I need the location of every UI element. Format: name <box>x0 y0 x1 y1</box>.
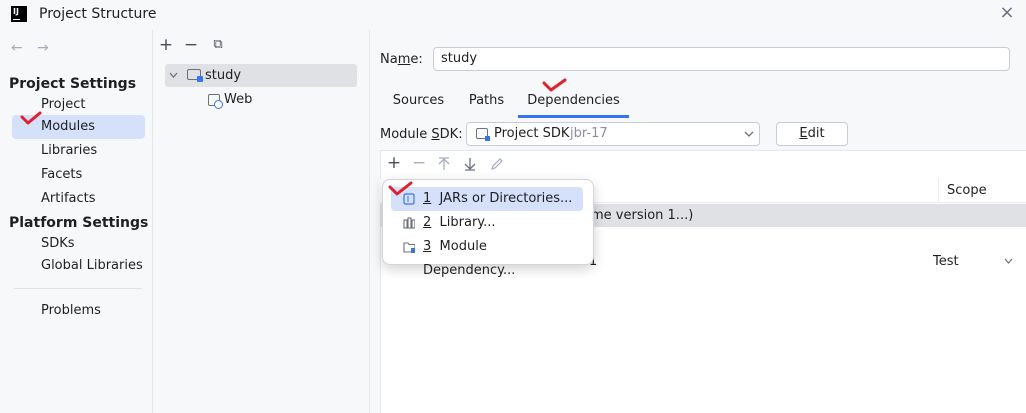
platform-settings-header: Platform Settings <box>9 215 149 231</box>
close-icon[interactable]: × <box>998 4 1016 22</box>
edit-sdk-button[interactable]: Edit <box>776 122 848 146</box>
move-down-icon[interactable] <box>463 157 481 175</box>
annotation-check-icon <box>542 78 567 92</box>
sidebar-item-artifacts[interactable]: Artifacts <box>12 187 145 211</box>
move-up-icon[interactable] <box>437 157 455 175</box>
module-folder-icon <box>403 242 415 253</box>
forward-arrow-icon[interactable]: → <box>37 40 49 56</box>
module-name-field[interactable]: study <box>433 47 1010 71</box>
tab-sources[interactable]: Sources <box>385 90 452 118</box>
copy-module-icon[interactable]: ⧉ <box>209 36 227 54</box>
remove-dependency-icon[interactable]: − <box>410 154 428 172</box>
name-label: Name: <box>380 52 423 67</box>
sidebar-item-libraries[interactable]: Libraries <box>12 139 145 163</box>
chevron-down-icon[interactable] <box>744 131 754 138</box>
sidebar-divider <box>14 288 142 289</box>
menu-item-jars-or-directories[interactable]: 1 JARs or Directories... <box>391 187 583 211</box>
sidebar-item-sdks[interactable]: SDKs <box>12 232 145 256</box>
sdk-icon <box>476 128 490 141</box>
module-name: study <box>205 68 242 83</box>
module-tree-panel: + − ⧉ study Web <box>153 30 370 413</box>
menu-item-library[interactable]: 2 Library... <box>391 211 583 235</box>
project-settings-header: Project Settings <box>9 76 137 92</box>
sidebar-item-global-libraries[interactable]: Global Libraries <box>12 254 145 278</box>
annotation-check-icon <box>20 111 42 125</box>
chevron-down-icon[interactable] <box>169 72 178 79</box>
annotation-check-icon <box>388 181 413 196</box>
tree-row-web[interactable]: Web <box>205 88 355 111</box>
add-module-icon[interactable]: + <box>157 36 175 54</box>
chevron-down-icon[interactable] <box>1004 258 1013 265</box>
edit-pencil-icon[interactable] <box>490 157 508 175</box>
facet-name: Web <box>224 92 253 107</box>
scope-column-header[interactable]: Scope <box>938 179 1026 203</box>
sdk-detail: jbr-17 <box>570 126 608 141</box>
web-facet-icon <box>208 94 223 109</box>
scope-value[interactable]: Test <box>933 250 959 273</box>
sdk-value: Project SDK <box>494 126 570 141</box>
tab-paths[interactable]: Paths <box>464 90 509 118</box>
settings-sidebar: ← → Project Settings Project Modules Lib… <box>0 30 153 413</box>
intellij-logo-icon: IJ <box>11 6 27 22</box>
back-arrow-icon[interactable]: ← <box>11 40 23 56</box>
menu-item-module-dependency[interactable]: 3 Module Dependency... <box>391 235 583 278</box>
jdk-row-text: me version 1...) <box>591 208 694 223</box>
sidebar-item-facets[interactable]: Facets <box>12 163 145 187</box>
remove-module-icon[interactable]: − <box>182 36 200 54</box>
tree-row-study[interactable]: study <box>165 64 357 87</box>
window-title: Project Structure <box>39 6 157 22</box>
tab-dependencies[interactable]: Dependencies <box>518 90 629 118</box>
module-sdk-label: Module SDK: <box>380 127 463 142</box>
module-folder-icon <box>187 69 203 82</box>
sidebar-item-problems[interactable]: Problems <box>12 299 145 323</box>
library-icon <box>403 217 415 229</box>
title-bar: IJ Project Structure × <box>0 0 1026 30</box>
module-sdk-dropdown[interactable]: Project SDK jbr-17 <box>466 122 760 146</box>
add-dependency-icon[interactable]: + <box>385 154 403 172</box>
